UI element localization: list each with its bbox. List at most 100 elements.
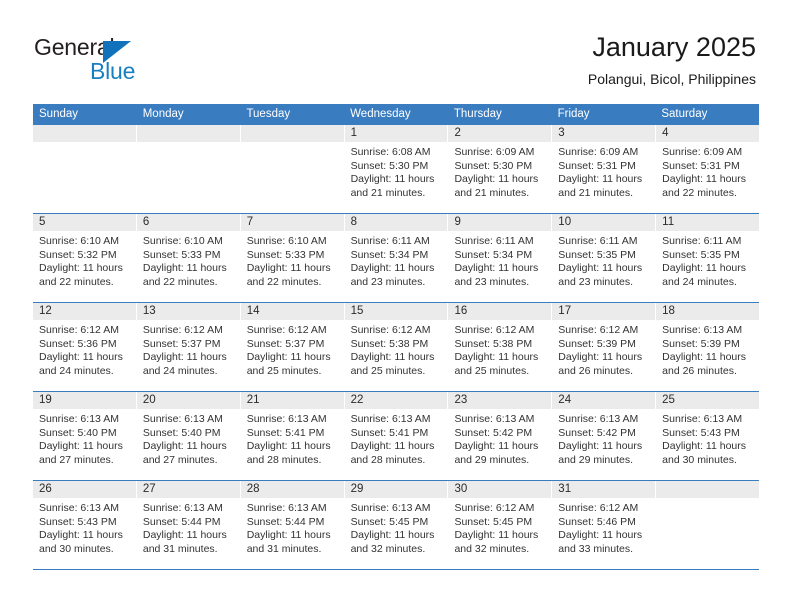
calendar-day-cell[interactable]: 7 Sunrise: 6:10 AM Sunset: 5:33 PM Daylight… <box>240 214 345 302</box>
daylight-text-line2: and 22 minutes. <box>246 275 322 288</box>
calendar-day-cell[interactable]: 2 Sunrise: 6:09 AM Sunset: 5:30 PM Daylight… <box>448 125 553 213</box>
calendar-day-cell[interactable]: 15 Sunrise: 6:12 AM Sunset: 5:38 PM Dayligh… <box>344 303 449 391</box>
daylight-text-line1: Daylight: 11 hours <box>246 351 331 364</box>
sunrise-text: Sunrise: 6:13 AM <box>39 413 119 425</box>
day-sun-info: Sunrise: 6:13 AM Sunset: 5:43 PM Daylight:… <box>656 409 759 467</box>
calendar-day-cell[interactable]: 25 Sunrise: 6:13 AM Sunset: 5:43 PM Dayligh… <box>656 392 760 480</box>
daylight-text-line2: and 30 minutes. <box>662 453 737 466</box>
sunset-text: Sunset: 5:33 PM <box>142 248 221 261</box>
calendar-day-cell[interactable]: 13 Sunrise: 6:12 AM Sunset: 5:37 PM Dayligh… <box>136 303 241 391</box>
sunset-text: Sunset: 5:45 PM <box>454 515 533 528</box>
day-number-bar <box>656 481 760 498</box>
day-number: 29 <box>350 483 364 495</box>
day-number: 9 <box>454 216 461 228</box>
calendar-day-cell[interactable]: 27 Sunrise: 6:13 AM Sunset: 5:44 PM Dayligh… <box>136 481 241 569</box>
day-number-bar: 6 <box>136 214 240 231</box>
calendar-day-cell[interactable]: 17 Sunrise: 6:12 AM Sunset: 5:39 PM Dayligh… <box>552 303 657 391</box>
weekday-header-row: Sunday Monday Tuesday Wednesday Thursday… <box>33 104 759 125</box>
day-number: 22 <box>350 394 364 406</box>
day-number: 11 <box>662 216 675 228</box>
sunrise-text: Sunrise: 6:11 AM <box>662 235 742 247</box>
calendar-day-cell[interactable]: 28 Sunrise: 6:13 AM Sunset: 5:44 PM Dayligh… <box>240 481 345 569</box>
day-number: 26 <box>39 483 52 495</box>
weekday-header-monday: Monday <box>142 108 184 120</box>
weekday-header-wednesday: Wednesday <box>350 108 411 120</box>
day-number-bar: 25 <box>656 392 760 409</box>
sunrise-text: Sunrise: 6:13 AM <box>246 413 327 425</box>
calendar-day-cell[interactable]: 30 Sunrise: 6:12 AM Sunset: 5:45 PM Dayligh… <box>448 481 553 569</box>
calendar-day-cell[interactable]: 29 Sunrise: 6:13 AM Sunset: 5:45 PM Dayligh… <box>344 481 449 569</box>
general-blue-logo[interactable]: General Blue <box>34 34 214 86</box>
daylight-text-line1: Daylight: 11 hours <box>558 262 643 275</box>
calendar-weeks: 1 Sunrise: 6:08 AM Sunset: 5:30 PM Daylight… <box>33 125 760 570</box>
day-number-bar: 2 <box>448 125 552 142</box>
sunset-text: Sunset: 5:39 PM <box>662 337 740 350</box>
day-number-bar <box>33 125 136 142</box>
calendar-day-cell[interactable]: 3 Sunrise: 6:09 AM Sunset: 5:31 PM Daylight… <box>552 125 657 213</box>
day-sun-info: Sunrise: 6:09 AM Sunset: 5:31 PM Daylight:… <box>552 142 655 200</box>
day-number: 28 <box>246 483 260 495</box>
calendar-day-cell[interactable]: 8 Sunrise: 6:11 AM Sunset: 5:34 PM Daylight… <box>344 214 449 302</box>
calendar-day-cell[interactable]: 1 Sunrise: 6:08 AM Sunset: 5:30 PM Daylight… <box>344 125 449 213</box>
day-sun-info: Sunrise: 6:12 AM Sunset: 5:38 PM Daylight:… <box>345 320 448 378</box>
daylight-text-line1: Daylight: 11 hours <box>454 173 539 186</box>
sunrise-text: Sunrise: 6:13 AM <box>142 413 223 425</box>
day-sun-info: Sunrise: 6:12 AM Sunset: 5:36 PM Daylight:… <box>33 320 136 378</box>
calendar-day-cell[interactable]: 19 Sunrise: 6:13 AM Sunset: 5:40 PM Dayligh… <box>33 392 137 480</box>
calendar-day-cell[interactable]: 21 Sunrise: 6:13 AM Sunset: 5:41 PM Dayligh… <box>240 392 345 480</box>
calendar-day-cell[interactable]: 9 Sunrise: 6:11 AM Sunset: 5:34 PM Daylight… <box>448 214 553 302</box>
day-sun-info: Sunrise: 6:10 AM Sunset: 5:33 PM Daylight:… <box>137 231 240 289</box>
day-number: 17 <box>558 305 572 317</box>
sunset-text: Sunset: 5:37 PM <box>142 337 221 350</box>
calendar-week-row: 12 Sunrise: 6:12 AM Sunset: 5:36 PM Dayligh… <box>33 303 760 392</box>
sunrise-text: Sunrise: 6:09 AM <box>662 146 743 158</box>
calendar-day-cell-empty <box>33 125 137 213</box>
day-number-bar: 4 <box>656 125 760 142</box>
day-sun-info: Sunrise: 6:13 AM Sunset: 5:43 PM Daylight:… <box>33 498 136 556</box>
day-number: 20 <box>142 394 156 406</box>
sunrise-text: Sunrise: 6:11 AM <box>454 235 534 247</box>
calendar-day-cell[interactable]: 26 Sunrise: 6:13 AM Sunset: 5:43 PM Dayligh… <box>33 481 137 569</box>
day-number: 6 <box>142 216 150 228</box>
calendar-day-cell[interactable]: 6 Sunrise: 6:10 AM Sunset: 5:33 PM Daylight… <box>136 214 241 302</box>
calendar-day-cell[interactable]: 4 Sunrise: 6:09 AM Sunset: 5:31 PM Daylight… <box>656 125 760 213</box>
calendar-day-cell[interactable]: 14 Sunrise: 6:12 AM Sunset: 5:37 PM Dayligh… <box>240 303 345 391</box>
day-number-bar: 20 <box>136 392 240 409</box>
sunset-text: Sunset: 5:46 PM <box>558 515 636 528</box>
day-number: 2 <box>454 127 461 139</box>
day-number-bar: 27 <box>136 481 240 498</box>
sunset-text: Sunset: 5:41 PM <box>350 426 429 439</box>
day-number-bar: 30 <box>448 481 552 498</box>
daylight-text-line1: Daylight: 11 hours <box>558 351 643 364</box>
weekday-header-tuesday: Tuesday <box>246 108 291 120</box>
sunrise-text: Sunrise: 6:13 AM <box>350 413 431 425</box>
calendar-day-cell[interactable]: 22 Sunrise: 6:13 AM Sunset: 5:41 PM Dayligh… <box>344 392 449 480</box>
day-number-bar: 3 <box>552 125 656 142</box>
day-sun-info: Sunrise: 6:13 AM Sunset: 5:44 PM Daylight:… <box>137 498 240 556</box>
sunrise-text: Sunrise: 6:12 AM <box>558 502 639 514</box>
daylight-text-line2: and 24 minutes. <box>662 275 737 288</box>
calendar-day-cell[interactable]: 23 Sunrise: 6:13 AM Sunset: 5:42 PM Dayligh… <box>448 392 553 480</box>
calendar-day-cell[interactable]: 16 Sunrise: 6:12 AM Sunset: 5:38 PM Dayligh… <box>448 303 553 391</box>
calendar-day-cell[interactable]: 18 Sunrise: 6:13 AM Sunset: 5:39 PM Dayligh… <box>656 303 760 391</box>
day-sun-info: Sunrise: 6:12 AM Sunset: 5:39 PM Daylight:… <box>552 320 655 378</box>
sunrise-text: Sunrise: 6:13 AM <box>558 413 639 425</box>
calendar-day-cell[interactable]: 11 Sunrise: 6:11 AM Sunset: 5:35 PM Dayligh… <box>656 214 760 302</box>
daylight-text-line1: Daylight: 11 hours <box>350 440 435 453</box>
daylight-text-line2: and 32 minutes. <box>350 542 426 555</box>
sunset-text: Sunset: 5:35 PM <box>662 248 740 261</box>
sunset-text: Sunset: 5:31 PM <box>558 159 636 172</box>
calendar-day-cell[interactable]: 24 Sunrise: 6:13 AM Sunset: 5:42 PM Dayligh… <box>552 392 657 480</box>
daylight-text-line2: and 28 minutes. <box>246 453 322 466</box>
daylight-text-line2: and 22 minutes. <box>39 275 114 288</box>
day-number-bar: 17 <box>552 303 656 320</box>
calendar-day-cell[interactable]: 5 Sunrise: 6:10 AM Sunset: 5:32 PM Daylight… <box>33 214 137 302</box>
sunset-text: Sunset: 5:44 PM <box>142 515 221 528</box>
calendar-day-cell[interactable]: 12 Sunrise: 6:12 AM Sunset: 5:36 PM Dayligh… <box>33 303 137 391</box>
sunrise-text: Sunrise: 6:10 AM <box>246 235 327 247</box>
day-sun-info: Sunrise: 6:12 AM Sunset: 5:37 PM Daylight:… <box>137 320 240 378</box>
calendar-day-cell[interactable]: 10 Sunrise: 6:11 AM Sunset: 5:35 PM Dayligh… <box>552 214 657 302</box>
calendar-day-cell[interactable]: 31 Sunrise: 6:12 AM Sunset: 5:46 PM Dayligh… <box>552 481 657 569</box>
day-number-bar: 22 <box>344 392 448 409</box>
calendar-day-cell[interactable]: 20 Sunrise: 6:13 AM Sunset: 5:40 PM Dayligh… <box>136 392 241 480</box>
